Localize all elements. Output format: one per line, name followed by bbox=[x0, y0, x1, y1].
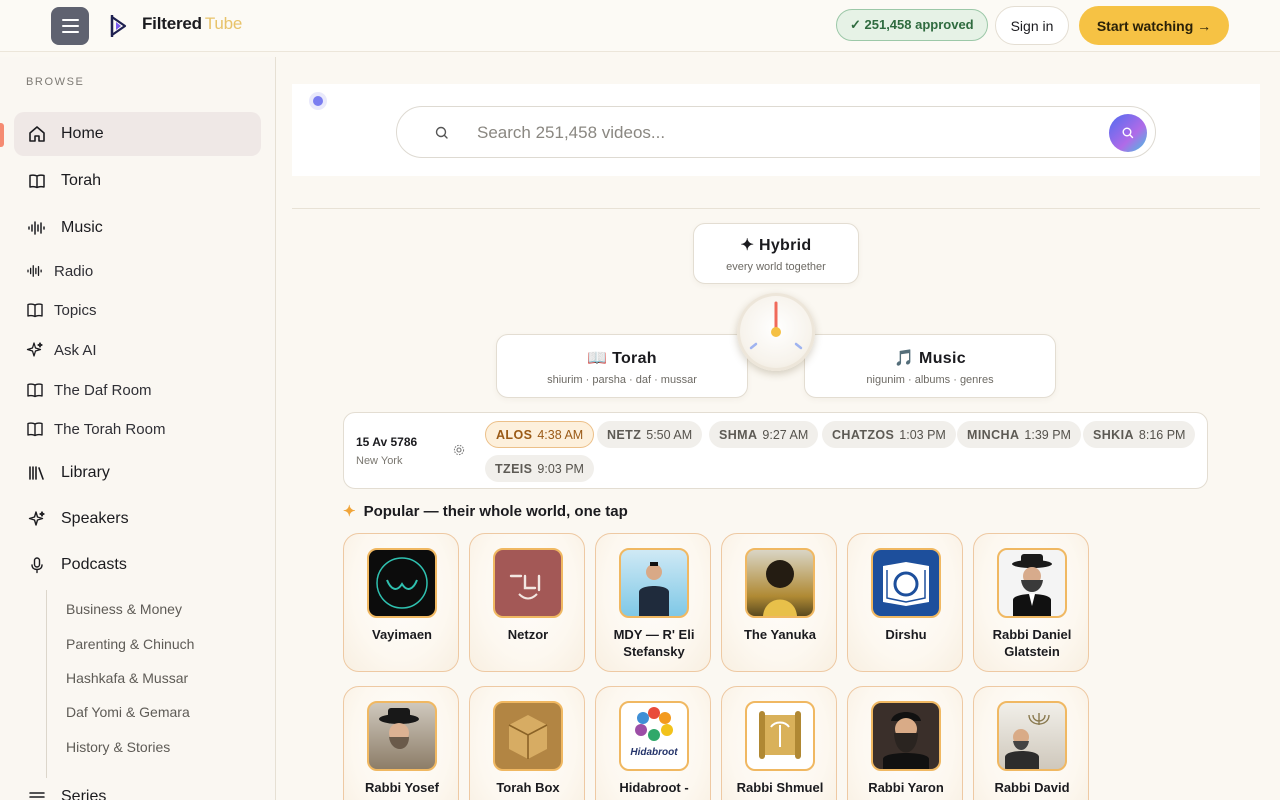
channel-avatar: Hidabroot bbox=[619, 701, 689, 771]
channel-avatar bbox=[493, 548, 563, 618]
browse-heading: BROWSE bbox=[26, 76, 85, 88]
sparkle-icon bbox=[26, 341, 44, 359]
svg-text:Hidabroot: Hidabroot bbox=[630, 747, 678, 758]
channel-card[interactable]: The Yanuka bbox=[721, 533, 837, 672]
top-bar: Filtered Tube ✓ 251,458 approved Sign in … bbox=[0, 0, 1280, 52]
start-watching-button[interactable]: Start watching → bbox=[1079, 6, 1229, 45]
location: New York bbox=[356, 455, 403, 467]
channel-card[interactable]: MDY — R' Eli Stefansky bbox=[595, 533, 711, 672]
zman-chip[interactable]: SHKIA 8:16 PM bbox=[1083, 421, 1196, 448]
channel-avatar bbox=[745, 548, 815, 618]
channel-avatar bbox=[745, 701, 815, 771]
search-icon bbox=[1122, 127, 1134, 139]
sidebar-item-torah[interactable]: Torah bbox=[14, 159, 261, 203]
brand-name[interactable]: Filtered Tube bbox=[142, 14, 242, 34]
sidebar-item-daf-room[interactable]: The Daf Room bbox=[14, 368, 261, 412]
sidebar-item-speakers[interactable]: Speakers bbox=[14, 497, 261, 541]
channel-avatar bbox=[997, 548, 1067, 618]
channel-avatar bbox=[367, 548, 437, 618]
dial-needle-icon bbox=[749, 301, 803, 350]
search-submit-button[interactable] bbox=[1109, 114, 1147, 152]
mode-dial[interactable] bbox=[737, 293, 815, 371]
sidebar-item-ask-ai[interactable]: Ask AI bbox=[14, 328, 261, 372]
sidebar-item-topics[interactable]: Topics bbox=[14, 288, 261, 332]
logo-play-icon bbox=[110, 15, 127, 37]
book-icon bbox=[27, 171, 47, 191]
sidebar-item-torah-room[interactable]: The Torah Room bbox=[14, 407, 261, 451]
section-divider bbox=[292, 208, 1260, 209]
search-box[interactable] bbox=[396, 106, 1156, 158]
sparkle-icon bbox=[27, 509, 47, 529]
sidebar-item-series[interactable]: Series bbox=[14, 775, 261, 800]
channel-card[interactable]: Dirshu bbox=[847, 533, 963, 672]
sidebar-item-music[interactable]: Music bbox=[14, 206, 261, 250]
channel-card[interactable]: Torah Box bbox=[469, 686, 585, 800]
menu-button[interactable] bbox=[51, 7, 89, 45]
hamburger-icon bbox=[61, 19, 79, 21]
subnav-history-stories[interactable]: History & Stories bbox=[66, 739, 170, 755]
search-input[interactable] bbox=[477, 120, 1077, 146]
zmanim-card: 15 Av 5786 New York ALOS 4:38 AM NETZ 5:50… bbox=[343, 412, 1208, 489]
sidebar: BROWSE Home Torah Music Radio Topics Ask… bbox=[0, 57, 276, 800]
channel-card[interactable]: Rabbi Yaron bbox=[847, 686, 963, 800]
search-panel bbox=[292, 84, 1260, 176]
mode-music-button[interactable]: 🎵 Music nigunim · albums · genres bbox=[804, 334, 1056, 398]
zman-chip[interactable]: TZEIS 9:03 PM bbox=[485, 455, 594, 482]
microphone-icon bbox=[27, 555, 47, 575]
podcast-subnav: Business & Money Parenting & Chinuch Has… bbox=[46, 590, 246, 778]
channel-card[interactable]: Rabbi Daniel Glatstein bbox=[973, 533, 1089, 672]
waveform-icon bbox=[26, 262, 44, 280]
subnav-parenting-chinuch[interactable]: Parenting & Chinuch bbox=[66, 636, 194, 652]
gear-icon[interactable] bbox=[453, 444, 465, 456]
zman-chip[interactable]: MINCHA 1:39 PM bbox=[957, 421, 1081, 448]
subnav-daf-yomi-gemara[interactable]: Daf Yomi & Gemara bbox=[66, 704, 190, 720]
zman-chip[interactable]: CHATZOS 1:03 PM bbox=[822, 421, 956, 448]
channel-avatar bbox=[619, 548, 689, 618]
channel-card[interactable]: Rabbi Shmuel bbox=[721, 686, 837, 800]
sidebar-item-library[interactable]: Library bbox=[14, 451, 261, 495]
channel-card[interactable]: Rabbi David bbox=[973, 686, 1089, 800]
list-icon bbox=[27, 787, 47, 800]
sidebar-item-radio[interactable]: Radio bbox=[14, 249, 261, 293]
channel-card[interactable]: Rabbi Yosef bbox=[343, 686, 459, 800]
library-icon bbox=[27, 463, 47, 483]
channel-card[interactable]: Vayimaen bbox=[343, 533, 459, 672]
waveform-icon bbox=[27, 218, 47, 238]
approved-count-badge: ✓ 251,458 approved bbox=[836, 9, 988, 41]
sidebar-item-home[interactable]: Home bbox=[14, 112, 261, 156]
active-indicator bbox=[0, 123, 4, 147]
subnav-business-money[interactable]: Business & Money bbox=[66, 601, 182, 617]
hebrew-date: 15 Av 5786 bbox=[356, 435, 418, 449]
subnav-hashkafa-mussar[interactable]: Hashkafa & Mussar bbox=[66, 670, 188, 686]
book-icon bbox=[26, 301, 44, 319]
channel-card[interactable]: Netzor bbox=[469, 533, 585, 672]
book-icon bbox=[26, 420, 44, 438]
channel-avatar bbox=[997, 701, 1067, 771]
zman-chip[interactable]: NETZ 5:50 AM bbox=[597, 421, 703, 448]
sidebar-item-podcasts[interactable]: Podcasts bbox=[14, 543, 261, 587]
zman-chip[interactable]: SHMA 9:27 AM bbox=[709, 421, 819, 448]
mode-torah-button[interactable]: 📖 Torah shiurim · parsha · daf · mussar bbox=[496, 334, 748, 398]
home-icon bbox=[27, 124, 47, 144]
channel-avatar bbox=[871, 701, 941, 771]
mode-hybrid-button[interactable]: ✦ Hybrid every world together bbox=[693, 223, 859, 284]
popular-heading: ✦ Popular — their whole world, one tap bbox=[343, 502, 628, 521]
channel-avatar bbox=[367, 701, 437, 771]
sparkle-icon: ✦ bbox=[343, 503, 356, 520]
channel-avatar bbox=[493, 701, 563, 771]
zman-chip[interactable]: ALOS 4:38 AM bbox=[485, 421, 595, 448]
search-icon bbox=[435, 126, 448, 139]
channel-card[interactable]: Hidabroot Hidabroot - bbox=[595, 686, 711, 800]
sign-in-button[interactable]: Sign in bbox=[995, 6, 1069, 45]
book-icon bbox=[26, 381, 44, 399]
status-dot bbox=[313, 96, 323, 106]
channel-avatar bbox=[871, 548, 941, 618]
